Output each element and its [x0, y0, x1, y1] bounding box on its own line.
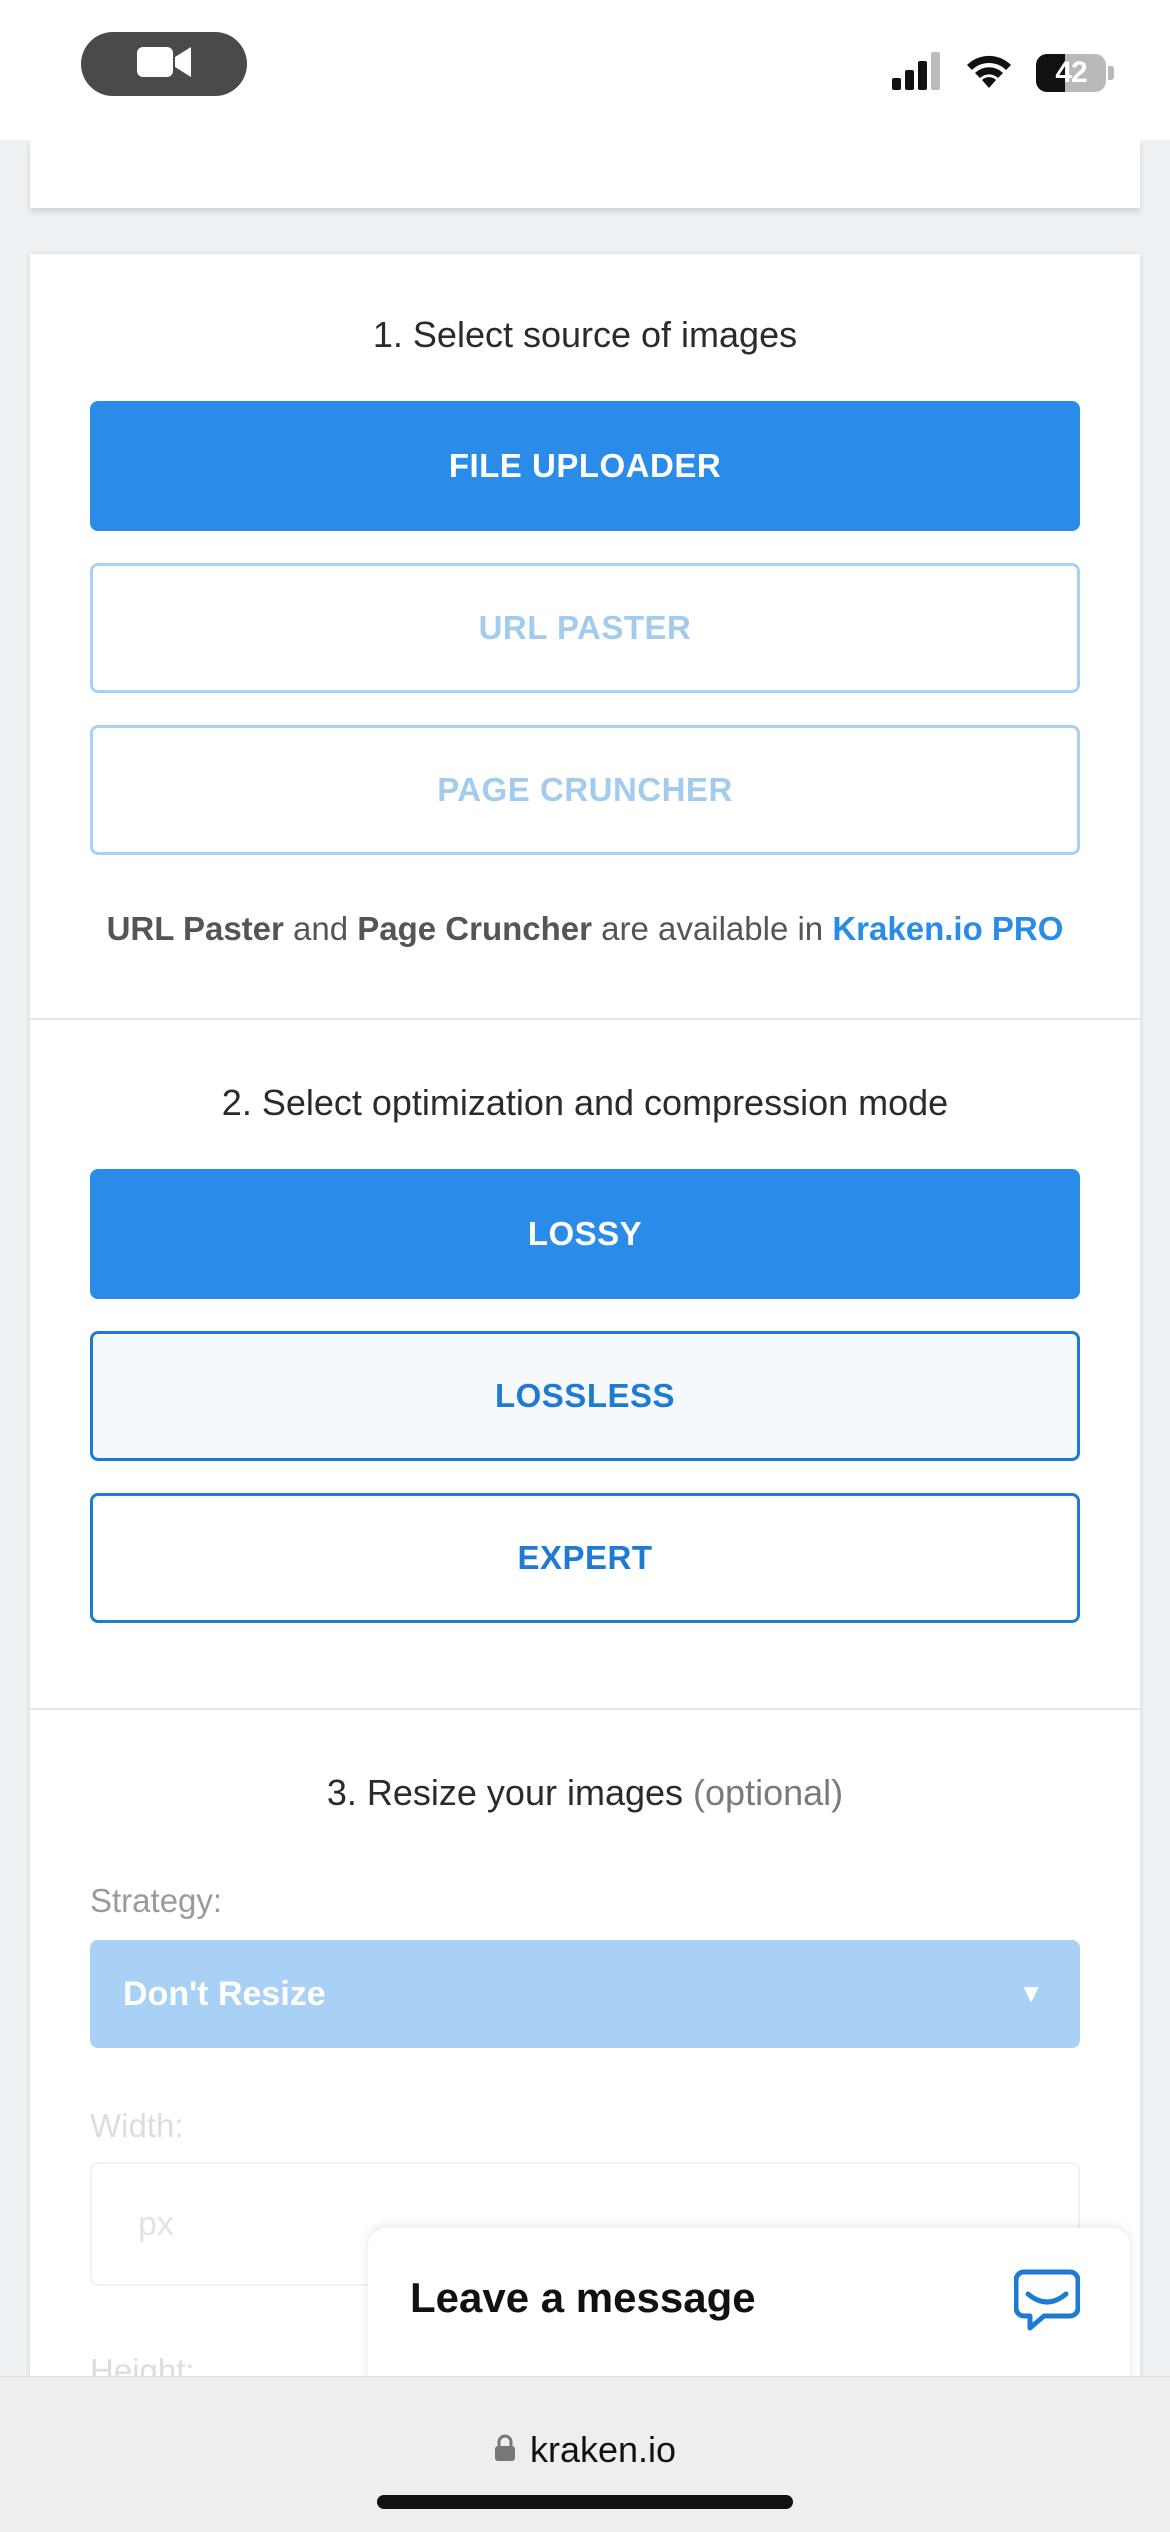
- wifi-icon: [964, 52, 1014, 95]
- lossless-button[interactable]: LOSSLESS: [90, 1331, 1080, 1461]
- pro-note-available: are available in: [592, 910, 833, 947]
- file-uploader-button[interactable]: FILE UPLOADER: [90, 401, 1080, 531]
- section-divider: [30, 1708, 1140, 1710]
- section-divider: [30, 1018, 1140, 1020]
- video-camera-icon: [137, 45, 191, 84]
- section3-title: 3. Resize your images (optional): [30, 1772, 1140, 1814]
- expert-button[interactable]: EXPERT: [90, 1493, 1080, 1623]
- width-label: Width:: [90, 2107, 184, 2144]
- strategy-value: Don't Resize: [123, 1974, 326, 2013]
- settings-card: 1. Select source of images FILE UPLOADER…: [30, 254, 1140, 2532]
- pro-note: URL Paster and Page Cruncher are availab…: [30, 910, 1140, 948]
- chat-bubble-icon: [1013, 2268, 1081, 2337]
- width-placeholder: px: [138, 2204, 174, 2243]
- home-indicator[interactable]: [377, 2495, 793, 2509]
- battery-icon: 42: [1036, 54, 1106, 92]
- previous-card: [30, 140, 1140, 208]
- url-paster-button[interactable]: URL PASTER: [90, 563, 1080, 693]
- status-icons: 42: [892, 48, 1114, 98]
- section2-title: 2. Select optimization and compression m…: [221, 1082, 949, 1123]
- url-display[interactable]: kraken.io: [0, 2429, 1170, 2471]
- section3-optional: (optional): [693, 1772, 844, 1813]
- battery-indicator: 42: [1036, 54, 1114, 92]
- url-text: kraken.io: [529, 2429, 677, 2470]
- section3-title-text: 3. Resize your images: [326, 1772, 684, 1813]
- chat-label: Leave a message: [410, 2274, 756, 2321]
- pro-note-and: and: [283, 910, 358, 947]
- kraken-pro-link[interactable]: Kraken.io PRO: [832, 910, 1063, 947]
- cellular-signal-icon: [892, 51, 942, 95]
- chat-widget[interactable]: Leave a message: [368, 2228, 1130, 2388]
- strategy-label: Strategy:: [90, 1882, 223, 1919]
- pro-note-page-cruncher: Page Cruncher: [357, 910, 593, 947]
- dropdown-arrow-icon: ▼: [1018, 1978, 1044, 2008]
- section1-title: 1. Select source of images: [372, 314, 798, 355]
- lossy-button[interactable]: LOSSY: [90, 1169, 1080, 1299]
- lock-icon: [494, 2429, 516, 2471]
- strategy-select[interactable]: Don't Resize ▼: [90, 1940, 1080, 2048]
- facetime-pill[interactable]: [81, 32, 247, 96]
- page-cruncher-button[interactable]: PAGE CRUNCHER: [90, 725, 1080, 855]
- status-bar: 42: [0, 0, 1170, 140]
- pro-note-url-paster: URL Paster: [106, 910, 284, 947]
- battery-level: 42: [1055, 56, 1087, 89]
